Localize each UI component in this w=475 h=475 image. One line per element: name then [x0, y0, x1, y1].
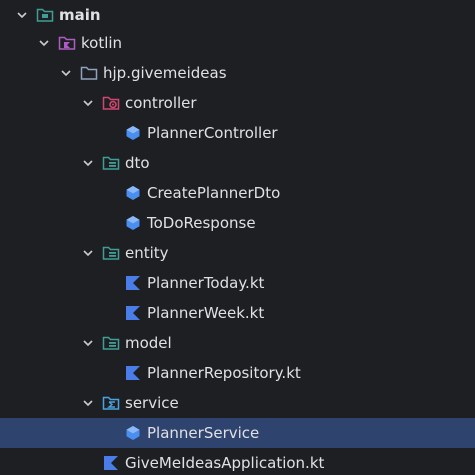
chevron-down-icon[interactable] [80, 155, 96, 171]
class-icon [124, 184, 142, 202]
kotlin-file-icon [124, 364, 142, 382]
kotlin-file-icon [102, 454, 120, 472]
tree-node-kotlin[interactable]: kotlin [0, 28, 475, 58]
tree-node-application-file[interactable]: GiveMeIdeasApplication.kt [0, 448, 475, 475]
tree-node-label: model [125, 334, 172, 352]
class-icon [124, 214, 142, 232]
chevron-down-icon[interactable] [80, 245, 96, 261]
tree-node-create-planner-dto[interactable]: CreatePlannerDto [0, 178, 475, 208]
kotlin-file-icon [124, 274, 142, 292]
tree-node-label: CreatePlannerDto [147, 184, 281, 202]
tree-node-label: ToDoResponse [147, 214, 256, 232]
tree-node-entity[interactable]: entity [0, 238, 475, 268]
tree-node-service[interactable]: service [0, 388, 475, 418]
source-root-folder-icon [36, 6, 54, 24]
tree-node-main[interactable]: main [0, 0, 475, 30]
chevron-down-icon[interactable] [36, 35, 52, 51]
tree-node-label: PlannerRepository.kt [147, 364, 301, 382]
tree-node-label: PlannerToday.kt [147, 274, 265, 292]
class-icon [124, 424, 142, 442]
tree-node-label: kotlin [81, 34, 123, 52]
tree-node-label: entity [125, 244, 169, 262]
class-icon [124, 124, 142, 142]
tree-node-controller[interactable]: controller [0, 88, 475, 118]
kotlin-folder-icon [58, 34, 76, 52]
chevron-down-icon[interactable] [14, 7, 30, 23]
tree-node-planner-service[interactable]: PlannerService [0, 418, 475, 448]
tree-node-planner-today[interactable]: PlannerToday.kt [0, 268, 475, 298]
tree-node-label: service [125, 394, 179, 412]
kotlin-file-icon [124, 304, 142, 322]
dto-folder-icon [102, 154, 120, 172]
tree-node-dto[interactable]: dto [0, 148, 475, 178]
chevron-down-icon[interactable] [80, 95, 96, 111]
tree-node-label: controller [125, 94, 197, 112]
tree-node-label: PlannerService [147, 424, 260, 442]
controller-folder-icon [102, 94, 120, 112]
project-tree: main kotlin hjp.givemeideas controller P… [0, 0, 475, 475]
chevron-down-icon[interactable] [80, 395, 96, 411]
tree-node-label: GiveMeIdeasApplication.kt [125, 454, 325, 472]
tree-node-package[interactable]: hjp.givemeideas [0, 58, 475, 88]
tree-node-label: main [59, 6, 101, 24]
tree-node-label: PlannerWeek.kt [147, 304, 265, 322]
tree-node-label: hjp.givemeideas [103, 64, 227, 82]
service-folder-icon [102, 394, 120, 412]
tree-node-model[interactable]: model [0, 328, 475, 358]
tree-node-planner-week[interactable]: PlannerWeek.kt [0, 298, 475, 328]
tree-node-planner-repository[interactable]: PlannerRepository.kt [0, 358, 475, 388]
chevron-down-icon[interactable] [80, 335, 96, 351]
chevron-down-icon[interactable] [58, 65, 74, 81]
dto-folder-icon [102, 244, 120, 262]
package-folder-icon [80, 64, 98, 82]
tree-node-planner-controller[interactable]: PlannerController [0, 118, 475, 148]
dto-folder-icon [102, 334, 120, 352]
tree-node-label: PlannerController [147, 124, 278, 142]
tree-node-label: dto [125, 154, 150, 172]
tree-node-todo-response[interactable]: ToDoResponse [0, 208, 475, 238]
